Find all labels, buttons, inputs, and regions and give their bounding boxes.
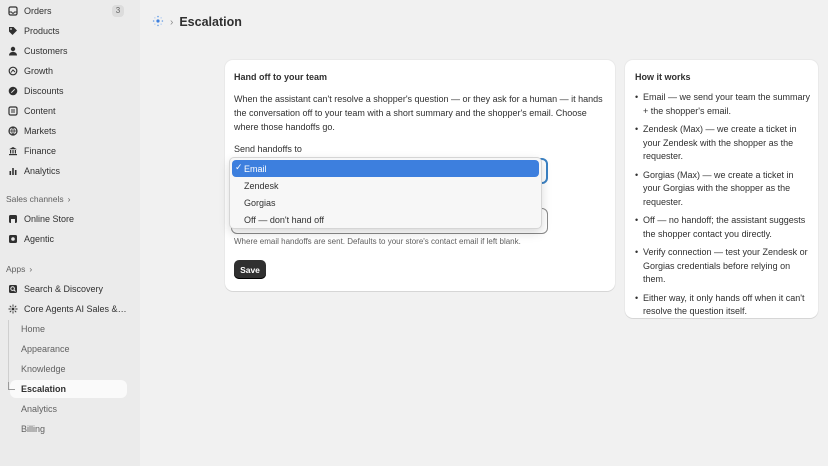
subnav-analytics[interactable]: Analytics bbox=[10, 400, 127, 418]
nav-label: Online Store bbox=[24, 214, 75, 224]
orders-count-badge: 3 bbox=[112, 5, 124, 17]
globe-icon bbox=[8, 126, 18, 136]
checkmark-icon: ✓ bbox=[235, 162, 243, 172]
subnav-billing[interactable]: Billing bbox=[10, 420, 127, 438]
growth-icon bbox=[8, 66, 18, 76]
nav-label: Agentic bbox=[24, 234, 55, 244]
content-icon bbox=[8, 106, 18, 116]
list-item: Either way, it only hands off when it ca… bbox=[635, 292, 811, 319]
save-button[interactable]: Save bbox=[234, 260, 266, 279]
nav-products[interactable]: Products bbox=[4, 22, 128, 40]
list-item: Email — we send your team the summary + … bbox=[635, 91, 811, 118]
person-icon bbox=[8, 46, 18, 56]
subnav-knowledge[interactable]: Knowledge bbox=[10, 360, 127, 378]
inbox-icon bbox=[8, 6, 18, 16]
list-item: Zendesk (Max) — we create a ticket in yo… bbox=[635, 123, 811, 164]
nav-label: Growth bbox=[24, 66, 54, 76]
option-zendesk[interactable]: Zendesk bbox=[232, 177, 539, 194]
app-logo-icon[interactable] bbox=[152, 15, 164, 29]
nav-growth[interactable]: Growth bbox=[4, 62, 128, 80]
nav-label: Orders bbox=[24, 6, 52, 16]
subnav-home[interactable]: Home bbox=[10, 320, 127, 338]
how-it-works-list: Email — we send your team the summary + … bbox=[635, 91, 811, 324]
card-description: When the assistant can't resolve a shopp… bbox=[234, 94, 603, 132]
page-title: Escalation bbox=[179, 15, 242, 29]
option-gorgias[interactable]: Gorgias bbox=[232, 194, 539, 211]
nav-label: Discounts bbox=[24, 86, 64, 96]
bar-chart-icon bbox=[8, 166, 18, 176]
apps-header[interactable]: Apps › bbox=[6, 262, 32, 276]
option-off[interactable]: Off — don't hand off bbox=[232, 211, 539, 228]
chevron-right-icon: › bbox=[67, 194, 71, 204]
nav-label: Customers bbox=[24, 46, 68, 56]
agentic-icon bbox=[8, 234, 18, 244]
discount-icon bbox=[8, 86, 18, 96]
nav-core-agents[interactable]: Core Agents AI Sales & S... bbox=[4, 300, 128, 318]
list-item: Off — no handoff; the assistant suggests… bbox=[635, 214, 811, 241]
option-email[interactable]: ✓ Email bbox=[232, 160, 539, 177]
bank-icon bbox=[8, 146, 18, 156]
chevron-right-icon: › bbox=[29, 264, 33, 274]
card-title: Hand off to your team bbox=[234, 72, 328, 82]
subnav-escalation[interactable]: Escalation bbox=[8, 380, 127, 398]
nav-customers[interactable]: Customers bbox=[4, 42, 128, 60]
sales-channels-header[interactable]: Sales channels › bbox=[6, 192, 71, 206]
nav-markets[interactable]: Markets bbox=[4, 122, 128, 140]
nav-finance[interactable]: Finance bbox=[4, 142, 128, 160]
nav-discounts[interactable]: Discounts bbox=[4, 82, 128, 100]
nav-agentic[interactable]: Agentic bbox=[4, 230, 128, 248]
nav-label: Content bbox=[24, 106, 56, 116]
email-help-text: Where email handoffs are sent. Defaults … bbox=[234, 237, 521, 246]
list-item: Gorgias (Max) — we create a ticket in yo… bbox=[635, 169, 811, 210]
nav-online-store[interactable]: Online Store bbox=[4, 210, 128, 228]
search-app-icon bbox=[8, 284, 18, 294]
nav-content[interactable]: Content bbox=[4, 102, 128, 120]
nav-label: Finance bbox=[24, 146, 57, 156]
send-handoffs-dropdown: ✓ Email Zendesk Gorgias Off — don't hand… bbox=[229, 157, 542, 229]
tree-line bbox=[8, 320, 9, 390]
nav-label: Products bbox=[24, 26, 60, 36]
tag-icon bbox=[8, 26, 18, 36]
sidebar: Orders 3 Products Customers Growth Disco… bbox=[0, 0, 140, 466]
nav-label: Core Agents AI Sales & S... bbox=[24, 304, 128, 314]
nav-label: Markets bbox=[24, 126, 57, 136]
nav-orders[interactable]: Orders 3 bbox=[4, 2, 128, 20]
nav-label: Analytics bbox=[24, 166, 61, 176]
send-handoffs-label: Send handoffs to bbox=[234, 144, 302, 154]
page-header: › Escalation bbox=[152, 12, 242, 32]
breadcrumb-chevron-icon: › bbox=[170, 16, 174, 28]
nav-search-discovery[interactable]: Search & Discovery bbox=[4, 280, 128, 298]
nav-analytics[interactable]: Analytics bbox=[4, 162, 128, 180]
how-it-works-title: How it works bbox=[635, 72, 691, 82]
how-it-works-card: How it works Email — we send your team t… bbox=[625, 60, 818, 318]
nav-label: Search & Discovery bbox=[24, 284, 104, 294]
sparkle-icon bbox=[8, 304, 18, 314]
subnav-appearance[interactable]: Appearance bbox=[10, 340, 127, 358]
store-icon bbox=[8, 214, 18, 224]
list-item: Verify connection — test your Zendesk or… bbox=[635, 246, 811, 287]
